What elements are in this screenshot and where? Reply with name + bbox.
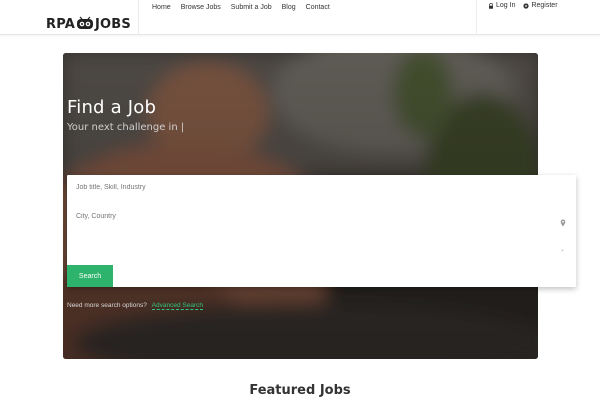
header-divider [476,0,477,35]
register-label: Register [531,2,558,9]
hero-subtitle-text: Your next challenge in [67,122,178,133]
typing-cursor: | [180,122,185,133]
nav-submit-job[interactable]: Submit a Job [231,4,272,12]
site-logo[interactable]: RPA JOBS [46,14,131,34]
main-nav: Home Browse Jobs Submit a Job Blog Conta… [152,4,330,12]
more-search-text: Need more search options? [67,302,147,309]
nav-blog[interactable]: Blog [282,4,296,12]
logo-text-left: RPA [46,16,76,32]
gear-icon [523,3,530,9]
hero-title: Find a Job [67,97,157,118]
register-link[interactable]: Register [523,2,558,10]
header-divider [138,0,139,35]
login-link[interactable]: Log In [488,2,515,10]
featured-jobs-heading: Featured Jobs [249,383,351,398]
more-search-options: Need more search options? Advanced Searc… [67,302,203,310]
advanced-search-link[interactable]: Advanced Search [151,302,203,310]
location-pin-icon [560,219,566,227]
location-search-input[interactable] [76,213,546,220]
nav-browse-jobs[interactable]: Browse Jobs [181,4,221,12]
auth-links: Log In Register [488,2,558,10]
search-button[interactable]: Search [67,265,113,287]
nav-home[interactable]: Home [152,4,171,12]
logo-text-right: JOBS [95,16,131,32]
nav-contact[interactable]: Contact [306,4,330,12]
lock-icon [489,3,493,9]
hero-subtitle: Your next challenge in | [67,122,184,133]
chevron-down-icon[interactable]: ⌄ [560,247,565,253]
login-label: Log In [496,2,516,9]
job-search-form: ⌄ Search [67,175,576,287]
robot-logo-icon [77,16,94,29]
keyword-search-input[interactable] [76,184,546,191]
site-header: RPA JOBS Home Browse Jobs Submit a Job B… [0,0,600,35]
